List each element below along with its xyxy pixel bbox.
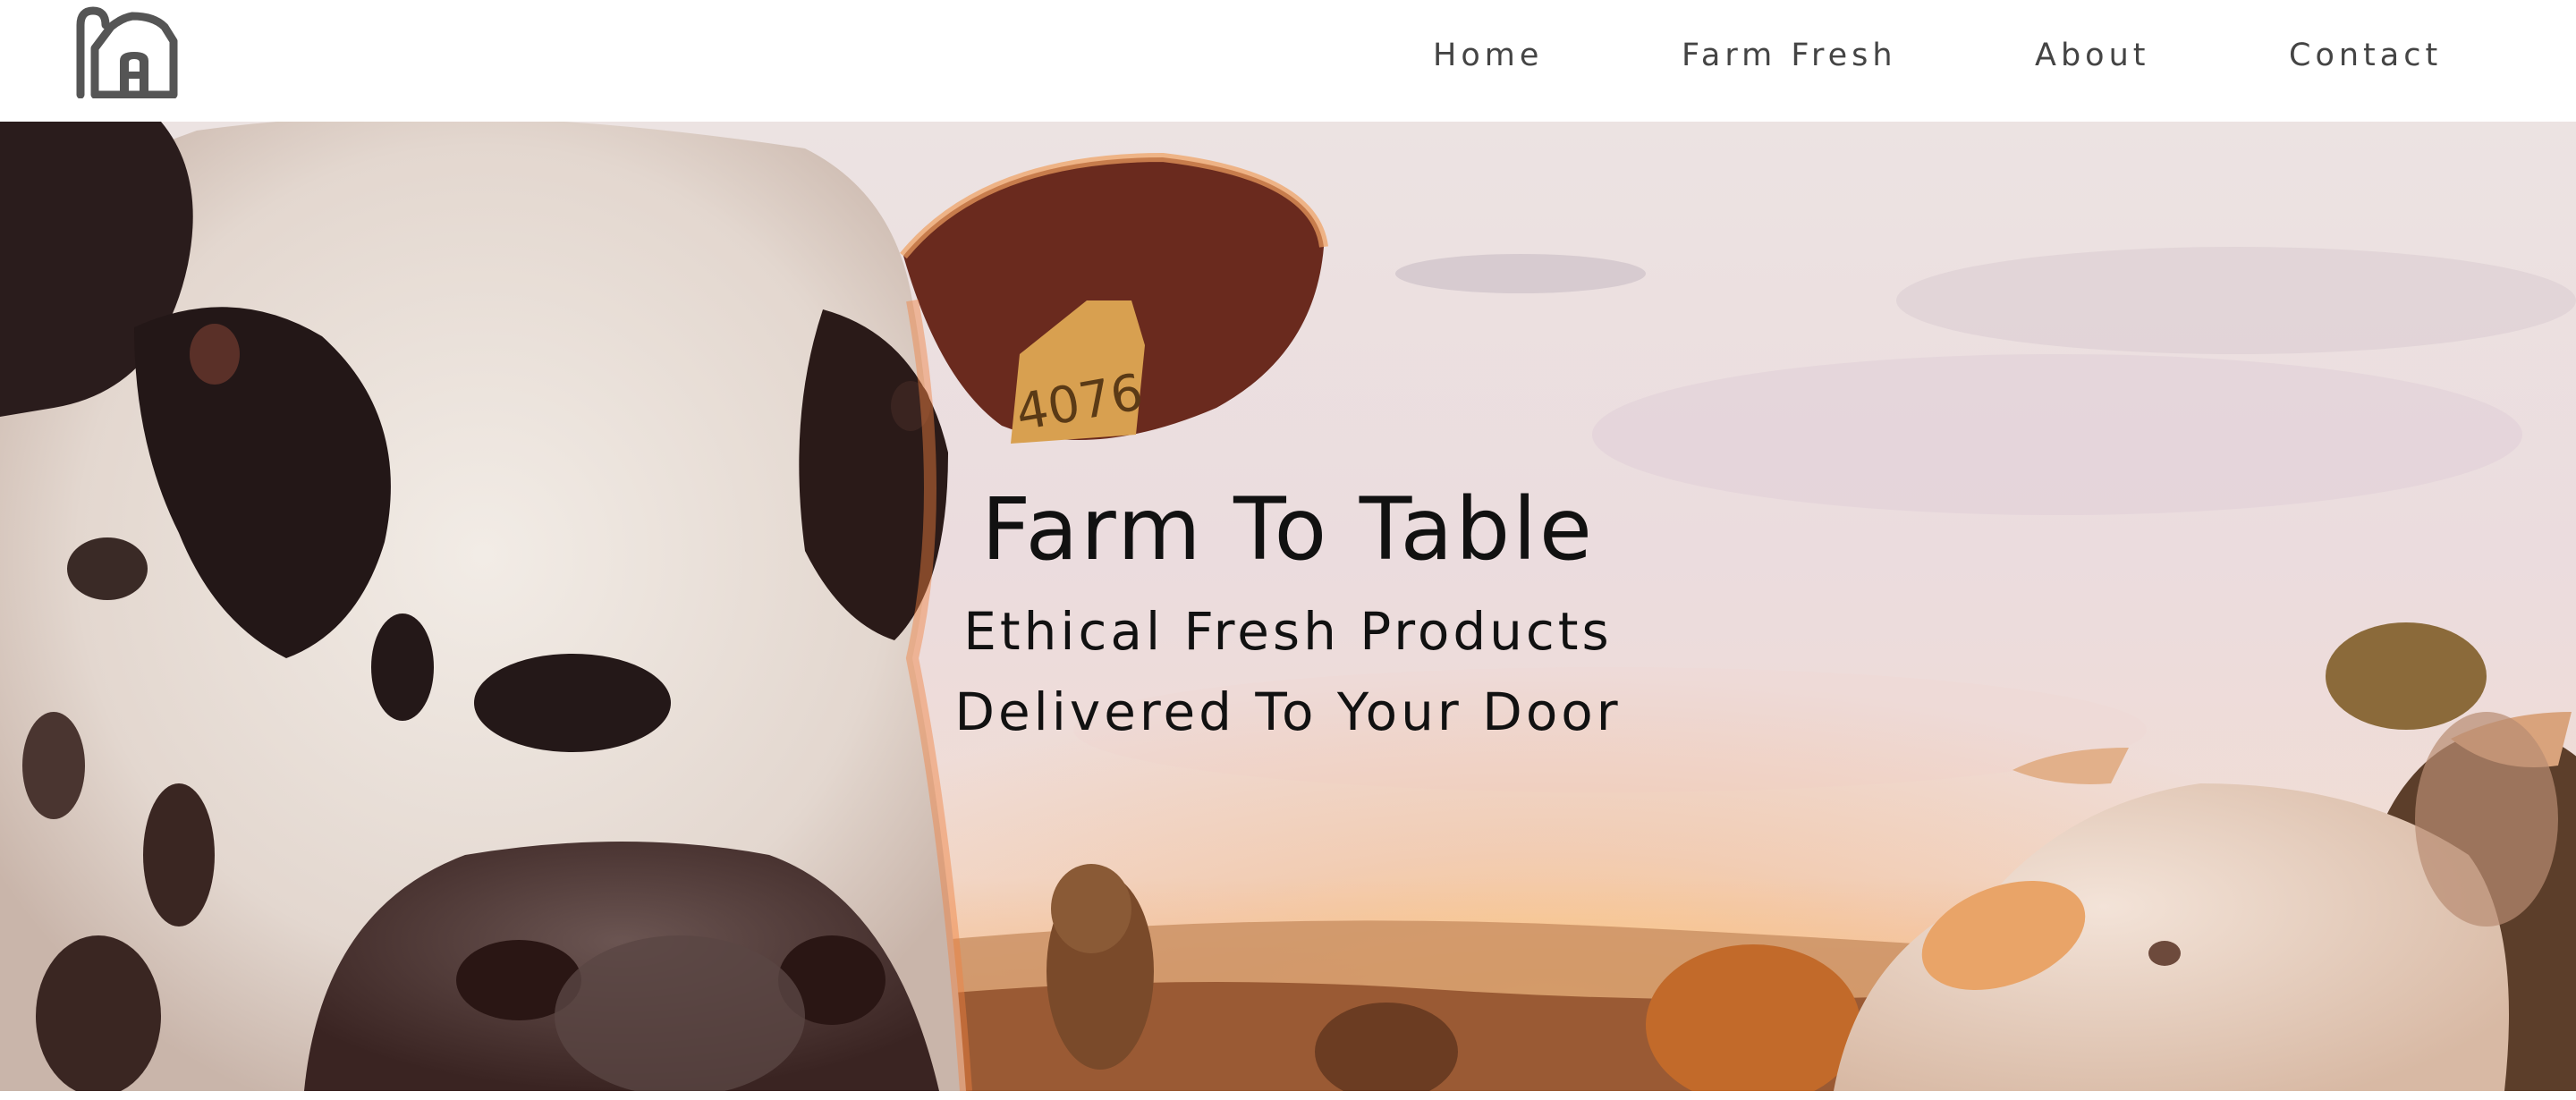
main-nav: Home Farm Fresh About Contact xyxy=(0,32,2576,79)
nav-about-link[interactable]: About xyxy=(2035,32,2149,79)
nav-home-link[interactable]: Home xyxy=(1433,32,1543,79)
page-bottom-edge xyxy=(0,1091,2576,1100)
hero-subtitle-line1: Ethical Fresh Products xyxy=(963,601,1613,662)
nav-farm-fresh-link[interactable]: Farm Fresh xyxy=(1682,32,1897,79)
hero-subtitle-line2: Delivered To Your Door xyxy=(954,681,1622,742)
hero-section: 4076 Farm To Table Ethical Fresh Product… xyxy=(0,122,2576,1091)
site-header: Home Farm Fresh About Contact xyxy=(0,0,2576,122)
hero-title: Farm To Table xyxy=(981,479,1595,580)
nav-contact-link[interactable]: Contact xyxy=(2289,32,2442,79)
